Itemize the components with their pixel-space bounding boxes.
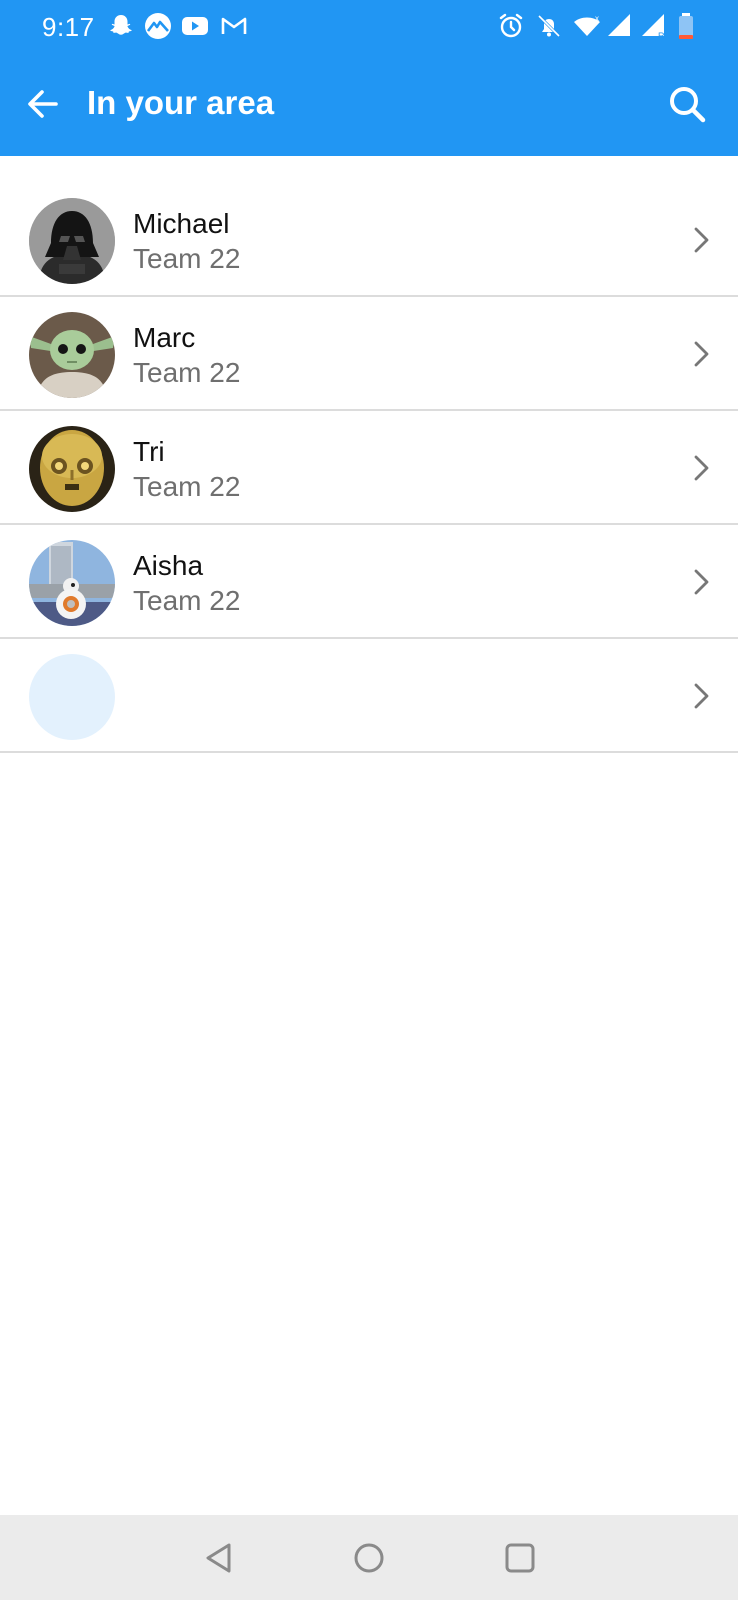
avatar <box>29 426 115 512</box>
chevron-right-icon <box>694 569 709 595</box>
user-team: Team 22 <box>133 585 241 616</box>
svg-text:x: x <box>595 14 599 23</box>
user-list: Michael Team 22 Marc Team 22 Tri Team 22… <box>0 183 738 753</box>
avatar <box>29 198 115 284</box>
avatar <box>29 540 115 626</box>
youtube-icon <box>182 17 208 35</box>
baby-yoda-avatar <box>29 312 115 398</box>
wifi-icon: x <box>574 14 600 36</box>
list-item[interactable]: Aisha Team 22 <box>0 525 738 639</box>
chevron-right-icon <box>694 683 709 709</box>
page-title: In your area <box>87 84 275 121</box>
snapchat-icon <box>110 15 132 35</box>
status-time: 9:17 <box>42 12 95 42</box>
gmail-icon <box>221 17 247 34</box>
mountain-app-icon <box>145 13 171 39</box>
search-icon[interactable] <box>668 85 706 123</box>
chevron-right-icon <box>694 227 709 253</box>
battery-low-icon <box>679 13 693 39</box>
list-item[interactable]: Michael Team 22 <box>0 183 738 297</box>
recents-nav-icon[interactable] <box>503 1541 537 1575</box>
user-name: Tri <box>133 436 165 467</box>
user-name: Michael <box>133 208 230 239</box>
mute-icon <box>537 14 561 38</box>
user-name: Aisha <box>133 550 204 581</box>
home-nav-icon[interactable] <box>352 1541 386 1575</box>
alarm-icon <box>499 13 523 38</box>
darth-vader-avatar <box>29 198 115 284</box>
list-item[interactable]: Marc Team 22 <box>0 297 738 411</box>
back-nav-icon[interactable] <box>202 1541 236 1575</box>
placeholder-avatar <box>29 654 115 740</box>
chevron-right-icon <box>694 455 709 481</box>
back-arrow-icon[interactable] <box>26 87 60 121</box>
chevron-right-icon <box>694 341 709 367</box>
user-team: Team 22 <box>133 471 241 502</box>
signal-icon <box>608 14 630 36</box>
user-name: Marc <box>133 322 196 353</box>
user-team: Team 22 <box>133 357 241 388</box>
signal-roaming-icon: R <box>642 14 665 40</box>
user-team: Team 22 <box>133 243 241 274</box>
list-item[interactable]: Tri Team 22 <box>0 411 738 525</box>
list-item[interactable] <box>0 639 738 753</box>
bb8-avatar <box>29 540 115 626</box>
avatar <box>29 312 115 398</box>
system-nav-bar <box>0 1515 738 1600</box>
c3po-avatar <box>29 426 115 512</box>
app-bar: In your area <box>0 52 738 156</box>
svg-text:R: R <box>658 31 665 40</box>
status-bar: 9:17 x R <box>0 0 738 52</box>
